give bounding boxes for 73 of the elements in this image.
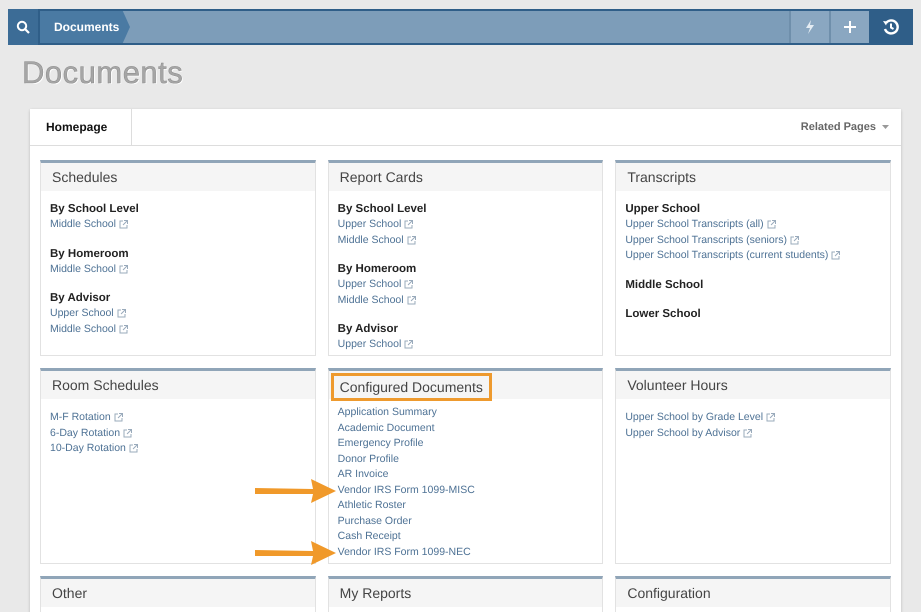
document-link[interactable]: Application Summary xyxy=(338,405,437,420)
bolt-icon xyxy=(805,20,815,34)
document-link[interactable]: AR Invoice xyxy=(338,467,388,482)
document-link[interactable]: Upper School xyxy=(338,217,402,232)
card-title: Report Cards xyxy=(338,168,424,187)
external-link-icon xyxy=(743,428,752,438)
document-link[interactable]: Middle School xyxy=(338,232,404,248)
document-link[interactable]: Upper School xyxy=(338,277,402,292)
breadcrumb-link[interactable]: Documents xyxy=(40,11,130,43)
document-link[interactable]: Middle School xyxy=(50,322,116,337)
page-title: Documents xyxy=(21,54,184,92)
card-title: My Reports xyxy=(338,584,412,603)
external-link-icon xyxy=(766,220,776,230)
add-button[interactable] xyxy=(829,11,869,43)
document-link[interactable]: Purchase Order xyxy=(338,514,412,529)
document-link[interactable]: Emergency Profile xyxy=(338,436,424,452)
history-icon xyxy=(882,18,900,36)
external-link-icon xyxy=(404,280,414,290)
document-link[interactable]: Academic Document xyxy=(338,420,435,436)
document-link[interactable]: Middle School xyxy=(50,262,116,277)
card-title: Configuration xyxy=(626,584,712,603)
group-heading: By Homeroom xyxy=(338,262,418,277)
external-link-icon xyxy=(404,340,414,350)
document-link[interactable]: Upper School by Advisor xyxy=(625,426,740,441)
document-link[interactable]: Donor Profile xyxy=(338,452,399,467)
search-icon xyxy=(16,20,30,34)
document-link[interactable]: 6-Day Rotation xyxy=(50,426,120,441)
card-title: Room Schedules xyxy=(51,376,160,395)
group-heading: Middle School xyxy=(625,278,704,292)
card-title: Transcripts xyxy=(626,168,698,187)
external-link-icon xyxy=(404,220,414,230)
card-title: Configured Documents xyxy=(334,376,489,398)
card-title: Schedules xyxy=(51,168,118,187)
external-link-icon xyxy=(123,428,132,438)
group-heading: Upper School xyxy=(625,202,702,217)
document-link[interactable]: Upper School Transcripts (seniors) xyxy=(625,232,787,248)
document-link[interactable]: Vendor IRS Form 1099-MISC xyxy=(338,482,475,498)
group-heading: By Advisor xyxy=(338,322,399,337)
tab[interactable]: Homepage xyxy=(30,109,132,145)
search-button[interactable] xyxy=(8,9,38,45)
document-link[interactable]: Middle School xyxy=(338,292,404,308)
document-link[interactable]: Upper School Transcripts (all) xyxy=(625,217,764,232)
external-link-icon xyxy=(406,236,416,245)
document-link[interactable]: Upper School Transcripts (current students) xyxy=(625,248,828,264)
group-heading: By School Level xyxy=(338,202,428,217)
caret-icon xyxy=(882,125,889,129)
group-heading: By Advisor xyxy=(50,291,112,306)
external-link-icon xyxy=(406,296,416,305)
group-heading: By Homeroom xyxy=(50,246,130,262)
document-link[interactable]: Cash Receipt xyxy=(338,529,401,544)
external-link-icon xyxy=(790,236,799,245)
related-pages-dropdown[interactable]: Related Pages xyxy=(788,109,901,145)
document-link[interactable]: Middle School xyxy=(50,217,116,232)
group-heading: Lower School xyxy=(625,306,702,322)
external-link-icon xyxy=(114,413,123,422)
external-link-icon xyxy=(128,444,138,454)
external-link-icon xyxy=(116,309,126,318)
document-link[interactable]: 10-Day Rotation xyxy=(50,441,126,456)
external-link-icon xyxy=(831,251,840,260)
external-link-icon xyxy=(118,324,128,334)
group-heading: By School Level xyxy=(50,202,140,217)
external-link-icon xyxy=(118,220,128,230)
card-title: Volunteer Hours xyxy=(626,376,729,395)
document-link[interactable]: M-F Rotation xyxy=(50,410,111,426)
external-link-icon xyxy=(766,413,776,422)
document-link[interactable]: Upper School by Grade Level xyxy=(625,410,764,426)
document-link[interactable]: Vendor IRS Form 1099-NEC xyxy=(338,544,471,560)
document-link[interactable]: Upper School xyxy=(338,337,402,352)
external-link-icon xyxy=(118,264,128,274)
document-link[interactable]: Upper School xyxy=(50,306,114,322)
document-link[interactable]: Athletic Roster xyxy=(338,498,406,514)
card-title: Other xyxy=(51,584,88,603)
plus-icon xyxy=(844,21,856,33)
